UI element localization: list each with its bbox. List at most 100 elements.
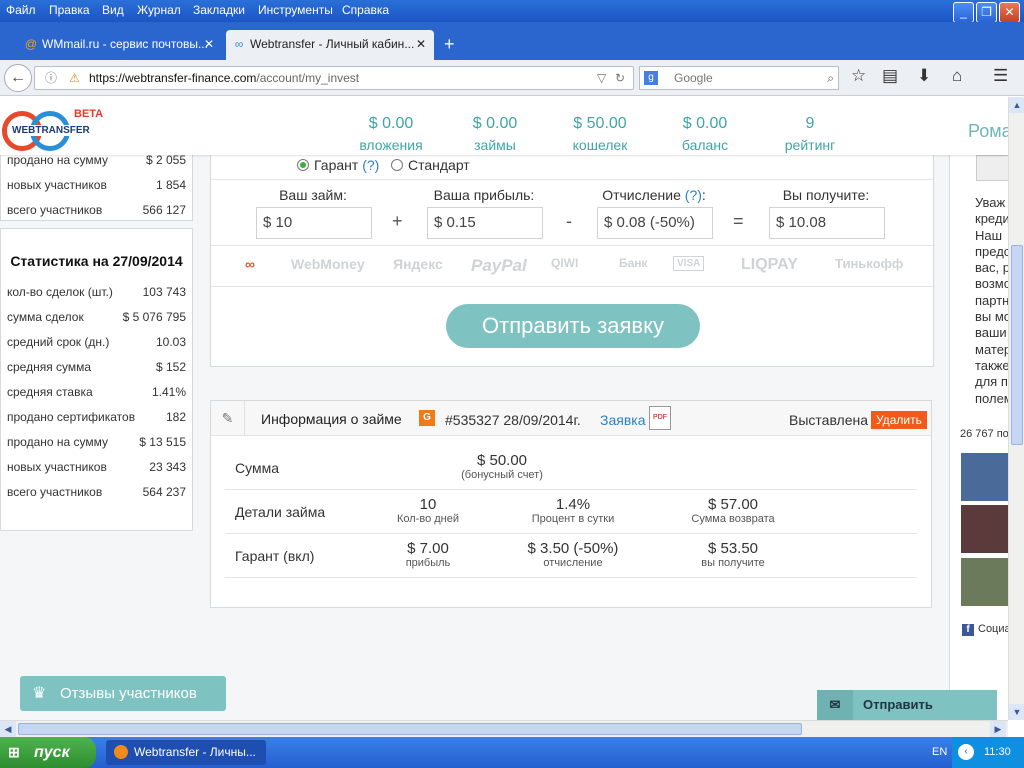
menu-edit[interactable]: Правка — [49, 3, 90, 17]
scroll-up-icon[interactable]: ▲ — [1009, 97, 1024, 113]
menu-history[interactable]: Журнал — [137, 3, 181, 17]
cell-sub: прибыль — [405, 557, 451, 569]
text-line: для п — [975, 374, 1008, 390]
reading-list-icon[interactable]: ▤ — [882, 66, 898, 86]
loan-label: Ваш займ: — [279, 187, 347, 203]
cell-sub: Кол-во дней — [396, 513, 459, 525]
language-indicator[interactable]: EN — [932, 746, 947, 758]
identity-icon[interactable]: ⓘ — [45, 67, 57, 89]
social-plugin[interactable]: f Социа — [962, 623, 1008, 636]
menu-file[interactable]: Файл — [6, 3, 36, 17]
row-label: Сумма — [235, 460, 279, 476]
back-arrow-icon[interactable]: ← — [4, 64, 32, 92]
scroll-down-icon[interactable]: ▼ — [1009, 704, 1024, 720]
payment-tinkoff: Тинькофф — [835, 256, 904, 271]
submit-application-button[interactable]: Отправить заявку — [446, 304, 700, 348]
scroll-thumb[interactable] — [18, 723, 802, 735]
radio-garant[interactable] — [297, 159, 309, 171]
webtransfer-logo[interactable]: WEBTRANSFER BETA — [0, 107, 110, 151]
search-input[interactable]: g Google ⌕ — [639, 66, 839, 90]
reload-icon[interactable]: ↻ — [615, 67, 625, 89]
fee-label-text: Отчисление — [602, 187, 681, 203]
start-button[interactable]: ⊞ пуск — [0, 737, 96, 768]
bookmark-star-icon[interactable]: ☆ — [851, 66, 866, 86]
menu-help[interactable]: Справка — [342, 3, 389, 17]
stat-label: продано на сумму — [7, 435, 109, 449]
close-window-icon[interactable]: ✕ — [999, 2, 1020, 23]
header-stat-rating[interactable]: 9 рейтинг — [776, 115, 844, 153]
new-tab-icon[interactable]: + — [444, 34, 455, 55]
cell-sub: (бонусный счет) — [461, 469, 543, 481]
hamburger-menu-icon[interactable]: ☰ — [993, 66, 1008, 86]
loan-id: #535327 28/09/2014г. — [445, 412, 581, 428]
header-stat-balance[interactable]: $ 0.00 баланс — [670, 115, 740, 153]
payment-liqpay: LIQPAY — [741, 256, 798, 273]
delete-button[interactable]: Удалить — [871, 411, 927, 429]
scroll-thumb[interactable] — [1011, 245, 1023, 445]
receive-input[interactable]: $ 10.08 — [769, 207, 885, 239]
tab-webtransfer[interactable]: ∞ Webtransfer - Личный кабин... ✕ — [226, 30, 434, 60]
home-icon[interactable]: ⌂ — [952, 66, 962, 86]
radio-standard[interactable] — [390, 159, 403, 171]
menu-bookmarks[interactable]: Закладки — [193, 3, 245, 17]
fee-help-link[interactable]: (?) — [685, 187, 702, 203]
payment-visa: VISA — [673, 256, 705, 271]
header-stat-wallet[interactable]: $ 50.00 кошелек — [562, 115, 638, 153]
tray-arrow-icon[interactable]: ‹ — [958, 744, 974, 760]
application-link[interactable]: Заявка — [600, 412, 645, 428]
windows-flag-icon: ⊞ — [8, 744, 20, 760]
stat-row: продано на сумму $ 13 515 — [1, 430, 192, 455]
profit-input[interactable]: $ 0.15 — [427, 207, 543, 239]
pencil-icon[interactable]: ✎ — [211, 401, 245, 436]
reviews-button[interactable]: ♛ Отзывы участников — [20, 676, 226, 711]
restore-icon[interactable]: ❐ — [976, 2, 997, 23]
stat-row: сумма сделок $ 5 076 795 — [1, 305, 192, 330]
menu-view[interactable]: Вид — [102, 3, 124, 17]
tab-wmmail[interactable]: @ WMmail.ru - сервис почтовы... ✕ — [18, 30, 222, 60]
left-sidebar: продано на сумму $ 2 055 новых участников… — [0, 97, 193, 720]
stat-row: продано сертификатов 182 — [1, 405, 192, 430]
navigation-bar: ← ⓘ ⚠ https://webtransfer-finance.com/ac… — [0, 60, 1024, 96]
loan-input[interactable]: $ 10 — [256, 207, 372, 239]
header-stat-loans[interactable]: $ 0.00 займы — [460, 115, 530, 153]
logo-text: WEBTRANSFER — [10, 125, 92, 136]
payment-yandex: Яндекс — [393, 256, 443, 272]
stat-value: 10.03 — [155, 335, 186, 349]
member-photo[interactable] — [961, 453, 1008, 501]
stat-value: $ 0.00 — [368, 115, 414, 132]
tab-close-icon[interactable]: ✕ — [416, 30, 426, 58]
member-photo[interactable] — [961, 505, 1008, 553]
member-photo[interactable] — [961, 558, 1008, 606]
pdf-icon[interactable]: PDF — [649, 406, 671, 430]
taskbar-item-firefox[interactable]: Webtransfer - Личны... — [106, 740, 266, 765]
header-stat-investments[interactable]: $ 0.00 вложения — [350, 115, 432, 153]
menu-tools[interactable]: Инструменты — [258, 3, 333, 17]
text-line: также — [975, 357, 1008, 373]
dropdown-arrow-icon[interactable]: ▽ — [597, 67, 606, 89]
scroll-left-icon[interactable]: ◀ — [0, 721, 16, 737]
radio-standard-label: Стандарт — [407, 157, 470, 173]
partner-logo-thumb[interactable] — [976, 155, 1008, 181]
address-bar[interactable]: ⓘ ⚠ https://webtransfer-finance.com/acco… — [34, 66, 634, 90]
tab-bar: @ WMmail.ru - сервис почтовы... ✕ ∞ Webt… — [0, 22, 1024, 60]
payment-paypal: PayPal — [471, 256, 527, 275]
loan-info-title: Информация о займе — [261, 411, 402, 427]
warning-icon: ⚠ — [69, 71, 80, 85]
send-message-button[interactable]: ✉ Отправить — [817, 690, 997, 720]
tab-close-icon[interactable]: ✕ — [204, 30, 214, 58]
fee-input[interactable]: $ 0.08 (-50%) — [597, 207, 713, 239]
statistics-title: Статистика на 27/09/2014 — [10, 253, 183, 269]
minimize-icon[interactable]: _ — [953, 2, 974, 23]
stat-value: 103 743 — [142, 285, 186, 299]
help-link[interactable]: (?) — [362, 157, 379, 173]
sidebar-statistics: Статистика на 27/09/2014 кол-во сделок (… — [0, 228, 193, 531]
download-icon[interactable]: ⬇ — [917, 66, 931, 86]
google-icon[interactable]: g — [644, 71, 658, 85]
text-line: Уваж — [975, 195, 1006, 210]
search-icon[interactable]: ⌕ — [827, 67, 834, 89]
scroll-right-icon[interactable]: ▶ — [990, 721, 1006, 737]
vertical-scrollbar[interactable]: ▲ ▼ — [1008, 97, 1024, 720]
welcome-text: Уваж креди Наш предс вас, р возмо партн … — [975, 195, 1008, 407]
horizontal-scrollbar[interactable]: ◀ ▶ — [0, 720, 1008, 737]
user-name[interactable]: Рома — [968, 121, 1008, 142]
